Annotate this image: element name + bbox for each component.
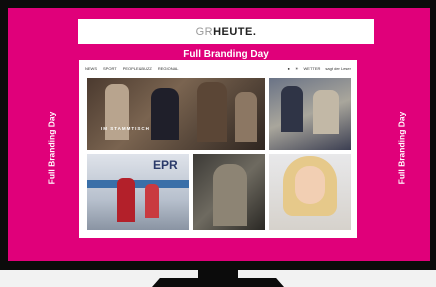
branding-label-right: Full Branding Day — [396, 111, 407, 185]
main-nav: NEWS SPORT PEOPLE&BUZZ REGIONAL ● ☀ WETT… — [79, 60, 357, 76]
monitor-base — [152, 278, 284, 287]
article-tile-portrait[interactable] — [269, 154, 351, 230]
nav-item-news[interactable]: NEWS — [85, 66, 97, 71]
site-logo[interactable]: GRHEUTE. — [196, 26, 257, 38]
branding-label-left: Full Branding Day — [46, 111, 57, 185]
monitor: GRHEUTE. Full Branding Day Full Branding… — [0, 0, 436, 270]
article-tile-2[interactable] — [269, 78, 351, 150]
nav-item-weather[interactable]: WETTER — [304, 66, 321, 71]
arena-sign: EPR — [153, 158, 178, 172]
branding-label-top: Full Branding Day — [183, 49, 269, 60]
news-page: NEWS SPORT PEOPLE&BUZZ REGIONAL ● ☀ WETT… — [79, 60, 357, 238]
site-header: GRHEUTE. — [78, 19, 374, 44]
article-caption: IM STAMMTISCH — [101, 126, 150, 131]
article-tile-hero[interactable]: IM STAMMTISCH — [87, 78, 265, 150]
nav-item-people[interactable]: PEOPLE&BUZZ — [123, 66, 152, 71]
article-tile-4[interactable] — [193, 154, 265, 230]
nav-item-regional[interactable]: REGIONAL — [158, 66, 179, 71]
article-tile-hockey[interactable]: EPR — [87, 154, 189, 230]
weather-icon[interactable]: ☀ — [295, 66, 299, 71]
search-icon[interactable]: ● — [288, 66, 290, 71]
nav-item-reader[interactable]: sagt der Leser — [325, 66, 351, 71]
nav-item-sport[interactable]: SPORT — [103, 66, 117, 71]
